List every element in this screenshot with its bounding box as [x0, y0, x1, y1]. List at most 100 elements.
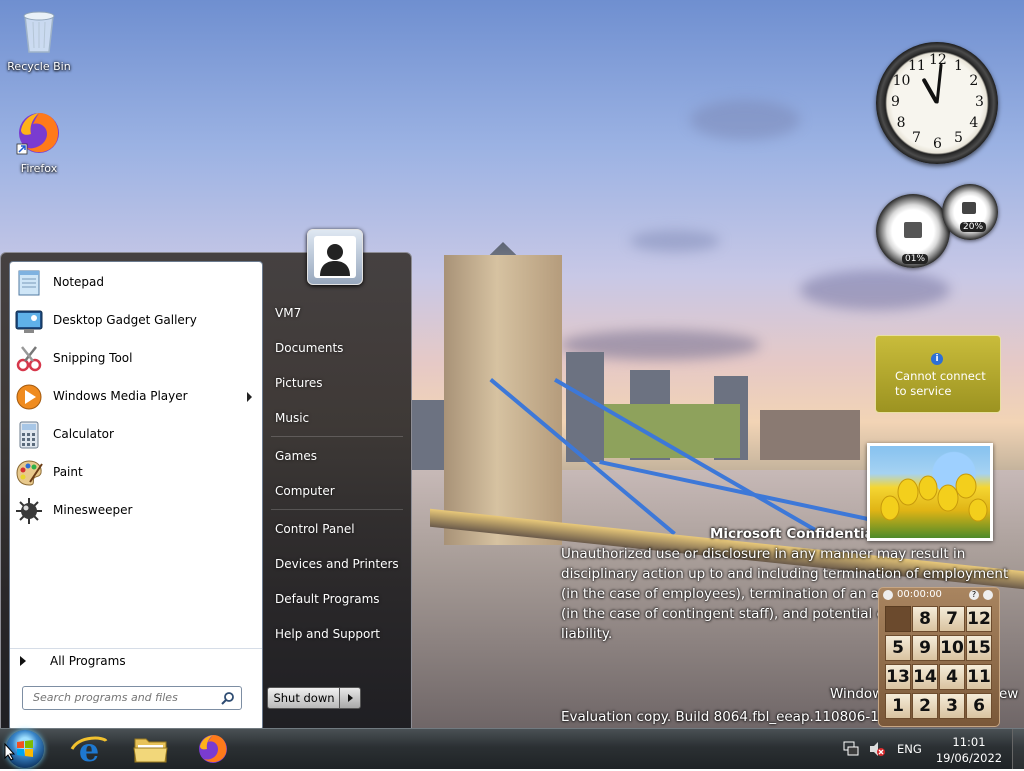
back-icon[interactable]	[883, 590, 893, 600]
right-item-pictures[interactable]: Pictures	[269, 368, 409, 398]
picture-puzzle-gadget[interactable]: 00:00:00 ? 8 7 12 5 9 10 15 13 14 4 11 1 2 3 6	[878, 587, 1000, 727]
user-picture[interactable]	[307, 229, 363, 285]
right-item-music[interactable]: Music	[269, 403, 409, 433]
taskbar: e ENG 11:01 19/06/2022	[0, 728, 1024, 769]
puzzle-tile[interactable]: 2	[912, 693, 938, 719]
desktop-icon-label: Recycle Bin	[7, 60, 71, 73]
right-item-games[interactable]: Games	[269, 441, 409, 471]
puzzle-tile[interactable]: 5	[885, 635, 911, 661]
program-windows-media-player[interactable]: Windows Media Player	[10, 379, 262, 415]
system-clock[interactable]: 11:01 19/06/2022	[930, 729, 1008, 769]
right-item-control-panel[interactable]: Control Panel	[269, 514, 409, 544]
clock-time: 11:01	[952, 735, 986, 749]
puzzle-tile[interactable]: 8	[912, 606, 938, 632]
all-programs-button[interactable]: All Programs	[10, 648, 262, 673]
firefox-icon	[3, 110, 75, 159]
puzzle-tile[interactable]: 15	[966, 635, 992, 661]
puzzle-tile[interactable]: 9	[912, 635, 938, 661]
search-icon[interactable]	[221, 691, 235, 705]
right-item-user[interactable]: VM7	[269, 298, 409, 328]
clock-numeral: 12	[929, 52, 947, 68]
cpu-percent: 01%	[902, 254, 929, 264]
right-item-label: Music	[275, 411, 310, 425]
watermark-edition-tail: ew	[999, 686, 1019, 702]
right-item-default-programs[interactable]: Default Programs	[269, 584, 409, 614]
program-label: Paint	[53, 465, 83, 479]
puzzle-empty-slot	[885, 606, 911, 632]
submenu-arrow-icon[interactable]	[247, 392, 252, 402]
cpu-meter-gadget[interactable]: 01% 20%	[876, 184, 1000, 274]
paint-palette-icon	[16, 460, 43, 486]
shutdown-button[interactable]: Shut down	[267, 687, 341, 709]
clock-numeral: 10	[892, 73, 911, 89]
program-snipping-tool[interactable]: Snipping Tool	[10, 341, 262, 377]
program-calculator[interactable]: Calculator	[10, 417, 262, 453]
help-icon[interactable]: ?	[969, 590, 979, 600]
program-label: Notepad	[53, 275, 104, 289]
program-desktop-gadget-gallery[interactable]: Desktop Gadget Gallery	[10, 303, 262, 339]
weather-message-line1: Cannot connect	[895, 369, 986, 383]
puzzle-tile[interactable]: 1	[885, 693, 911, 719]
right-item-help-and-support[interactable]: Help and Support	[269, 619, 409, 649]
clock-numeral: 8	[896, 115, 906, 131]
weather-gadget[interactable]: i Cannot connect to service	[875, 335, 1001, 413]
right-item-documents[interactable]: Documents	[269, 333, 409, 363]
right-item-label: Control Panel	[275, 522, 355, 536]
mouse-cursor-icon	[4, 743, 16, 761]
svg-text:e: e	[79, 731, 99, 767]
watermark-line: disciplinary action up to and including …	[561, 566, 1009, 582]
volume-muted-icon[interactable]	[868, 729, 892, 769]
right-item-devices-and-printers[interactable]: Devices and Printers	[269, 549, 409, 579]
puzzle-tile[interactable]: 10	[939, 635, 965, 661]
puzzle-tile[interactable]: 12	[966, 606, 992, 632]
clock-numeral: 2	[969, 73, 979, 89]
puzzle-tile[interactable]: 7	[939, 606, 965, 632]
firefox-icon	[199, 735, 227, 763]
user-icon	[314, 236, 356, 278]
right-item-label: Help and Support	[275, 627, 380, 641]
program-label: Calculator	[53, 427, 114, 441]
watermark-line: liability.	[561, 626, 613, 642]
puzzle-timer: 00:00:00	[897, 589, 942, 600]
right-item-label: Devices and Printers	[275, 557, 399, 571]
desktop-icon-firefox[interactable]: Firefox	[3, 110, 75, 175]
minute-hand	[935, 63, 943, 104]
program-label: Minesweeper	[53, 503, 133, 517]
scramble-icon[interactable]	[983, 590, 993, 600]
separator	[271, 509, 403, 510]
puzzle-tile[interactable]: 3	[939, 693, 965, 719]
clock-numeral: 3	[975, 94, 984, 110]
right-item-label: Computer	[275, 484, 335, 498]
taskbar-windows-explorer[interactable]	[124, 731, 178, 767]
start-search-box[interactable]	[22, 686, 242, 710]
clock-numeral: 1	[954, 57, 963, 74]
right-item-label: Games	[275, 449, 317, 463]
taskbar-internet-explorer[interactable]: e	[62, 731, 116, 769]
watermark-line: Unauthorized use or disclosure in any ma…	[561, 546, 966, 562]
all-programs-label: All Programs	[50, 654, 126, 668]
program-notepad[interactable]: Notepad	[10, 265, 262, 301]
puzzle-tile[interactable]: 13	[885, 664, 911, 690]
right-item-label: VM7	[275, 306, 302, 320]
show-desktop-button[interactable]	[1012, 729, 1024, 769]
right-item-computer[interactable]: Computer	[269, 476, 409, 506]
puzzle-tile[interactable]: 14	[912, 664, 938, 690]
internet-explorer-icon: e	[70, 731, 108, 769]
arrow-right-icon	[20, 656, 26, 666]
taskbar-firefox[interactable]	[186, 731, 240, 767]
notepad-icon	[18, 270, 40, 296]
network-icon[interactable]	[842, 729, 866, 769]
desktop-icon-recycle-bin[interactable]: Recycle Bin	[3, 8, 75, 73]
input-language-indicator[interactable]: ENG	[897, 729, 929, 769]
clock-gadget[interactable]: 1 2 3 4 5 6 7 8 9 10 11 12	[876, 42, 998, 164]
program-label: Windows Media Player	[53, 389, 188, 403]
slideshow-gadget[interactable]	[867, 443, 993, 541]
shutdown-options-button[interactable]	[339, 687, 361, 709]
puzzle-tile[interactable]: 11	[966, 664, 992, 690]
start-search-input[interactable]	[31, 690, 215, 705]
program-paint[interactable]: Paint	[10, 455, 262, 491]
program-minesweeper[interactable]: Minesweeper	[10, 493, 262, 529]
recycle-bin-icon	[3, 8, 75, 57]
puzzle-tile[interactable]: 6	[966, 693, 992, 719]
puzzle-tile[interactable]: 4	[939, 664, 965, 690]
